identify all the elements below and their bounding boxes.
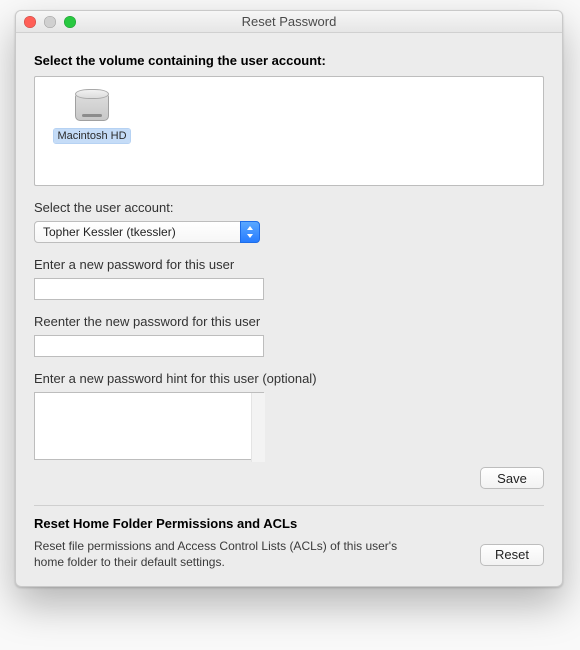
reset-button[interactable]: Reset <box>480 544 544 566</box>
new-password-label: Enter a new password for this user <box>34 257 544 272</box>
reenter-password-field[interactable] <box>34 335 264 357</box>
acls-description: Reset file permissions and Access Contro… <box>34 539 414 570</box>
divider <box>34 505 544 506</box>
volume-item-macintosh-hd[interactable]: Macintosh HD <box>47 85 137 143</box>
volume-heading: Select the volume containing the user ac… <box>34 53 544 68</box>
password-hint-field[interactable] <box>34 392 264 460</box>
new-password-field[interactable] <box>34 278 264 300</box>
user-account-selected: Topher Kessler (tkessler) <box>34 221 260 243</box>
account-label: Select the user account: <box>34 200 544 215</box>
save-button[interactable]: Save <box>480 467 544 489</box>
window-title: Reset Password <box>16 11 562 32</box>
password-hint-label: Enter a new password hint for this user … <box>34 371 544 386</box>
scrollbar[interactable] <box>251 393 265 462</box>
window-content: Select the volume containing the user ac… <box>16 33 562 586</box>
volume-label: Macintosh HD <box>54 129 129 143</box>
chevrons-up-down-icon <box>240 221 260 243</box>
reset-password-window: Reset Password Select the volume contain… <box>15 10 563 587</box>
volume-list: Macintosh HD <box>34 76 544 186</box>
titlebar: Reset Password <box>16 11 562 33</box>
reenter-password-label: Reenter the new password for this user <box>34 314 544 329</box>
user-account-select[interactable]: Topher Kessler (tkessler) <box>34 221 260 243</box>
acls-heading: Reset Home Folder Permissions and ACLs <box>34 516 544 531</box>
internal-disk-icon <box>72 87 112 123</box>
